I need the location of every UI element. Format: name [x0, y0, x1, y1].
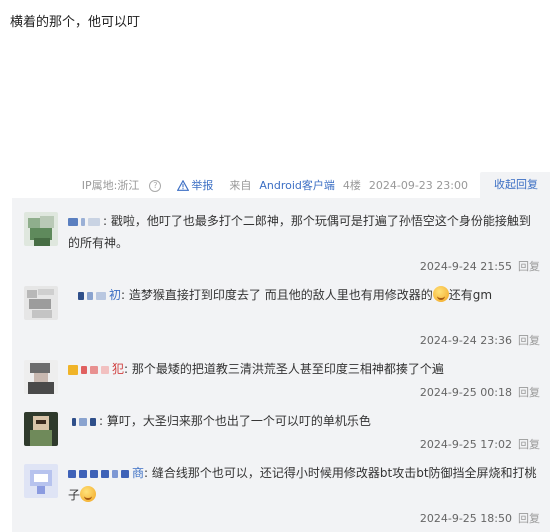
- reply-meta: 2024-9-25 17:02 回复: [420, 436, 540, 452]
- list-item: 初: 造梦猴直接打到印度去了 而且他的敌人里也有用修改器的 还有gm 2024-9…: [24, 284, 540, 348]
- reply-text: : 戳啦，他叮了也最多打个二郎神，那个玩偶可是打遍了孙悟空这个身份能接触到的所有…: [68, 214, 531, 250]
- avatar[interactable]: [24, 212, 58, 246]
- ip-location: IP属地:浙江?: [82, 177, 170, 193]
- reply-username[interactable]: [68, 214, 103, 228]
- reply-time: 2024-9-25 17:02: [419, 438, 512, 451]
- post-content: 横着的那个，他可以叮: [10, 15, 141, 30]
- reply-time: 2024-9-24 21:55: [419, 260, 512, 273]
- avatar[interactable]: [24, 412, 58, 446]
- reply-text: 商: 缝合线那个也可以，还记得小时候用修改器bt攻击bt防御挡全屏烧和打桃子: [68, 466, 537, 502]
- reply-text: 犯: 那个最矮的把道教三清洪荒圣人甚至印度三相神都揍了个遍: [68, 358, 540, 380]
- reply-time: 2024-9-25 00:18: [419, 386, 512, 399]
- smiley-emoji-icon: [432, 286, 449, 302]
- avatar[interactable]: [24, 286, 58, 320]
- smiley-emoji-icon: [80, 486, 97, 502]
- floor-number: 4楼: [342, 179, 361, 192]
- avatar[interactable]: [24, 464, 58, 498]
- reply-meta: 2024-9-25 18:50 回复: [420, 510, 540, 526]
- reply-button[interactable]: 回复: [518, 386, 540, 399]
- client-link[interactable]: Android客户端: [259, 179, 335, 192]
- reply-meta: 2024-9-24 21:55 回复: [420, 258, 540, 274]
- report-link[interactable]: 举报: [177, 177, 221, 193]
- reply-meta: 2024-9-25 00:18 回复: [420, 384, 540, 400]
- post-source: 来自 Android客户端: [229, 179, 335, 192]
- avatar[interactable]: [24, 360, 58, 394]
- reply-time: 2024-9-25 18:50: [419, 512, 512, 525]
- reply-text: 初: 造梦猴直接打到印度去了 而且他的敌人里也有用修改器的 还有gm: [68, 284, 540, 306]
- reply-button[interactable]: 回复: [518, 260, 540, 273]
- reply-button[interactable]: 回复: [518, 438, 540, 451]
- reply-text: : 算叮，大圣归来那个也出了一个可以叮的单机乐色: [68, 410, 540, 432]
- reply-meta: 2024-9-24 23:36 回复: [420, 332, 540, 348]
- post-datetime: 2024-09-23 23:00: [368, 178, 468, 192]
- reply-button[interactable]: 回复: [518, 512, 540, 525]
- reply-time: 2024-9-24 23:36: [419, 334, 512, 347]
- reply-list: : 戳啦，他叮了也最多打个二郎神，那个玩偶可是打遍了孙悟空这个身份能接触到的所有…: [12, 198, 550, 532]
- list-item: 犯: 那个最矮的把道教三清洪荒圣人甚至印度三相神都揍了个遍 2024-9-25 …: [24, 358, 540, 402]
- reply-username[interactable]: [68, 414, 99, 428]
- post-footer: IP属地:浙江? 举报 来自 Android客户端 4楼 2024-09-23 2…: [82, 172, 550, 198]
- reply-username[interactable]: 犯: [68, 362, 124, 376]
- help-icon[interactable]: ?: [149, 180, 162, 192]
- reply-username[interactable]: 商: [68, 466, 144, 480]
- list-item: : 戳啦，他叮了也最多打个二郎神，那个玩偶可是打遍了孙悟空这个身份能接触到的所有…: [24, 210, 540, 274]
- warning-icon: [177, 179, 190, 191]
- reply-username[interactable]: 初: [68, 288, 121, 302]
- reply-button[interactable]: 回复: [518, 334, 540, 347]
- collapse-reply-button[interactable]: 收起回复: [480, 172, 550, 198]
- list-item: : 算叮，大圣归来那个也出了一个可以叮的单机乐色 2024-9-25 17:02…: [24, 410, 540, 454]
- list-item: 商: 缝合线那个也可以，还记得小时候用修改器bt攻击bt防御挡全屏烧和打桃子 2…: [24, 462, 540, 526]
